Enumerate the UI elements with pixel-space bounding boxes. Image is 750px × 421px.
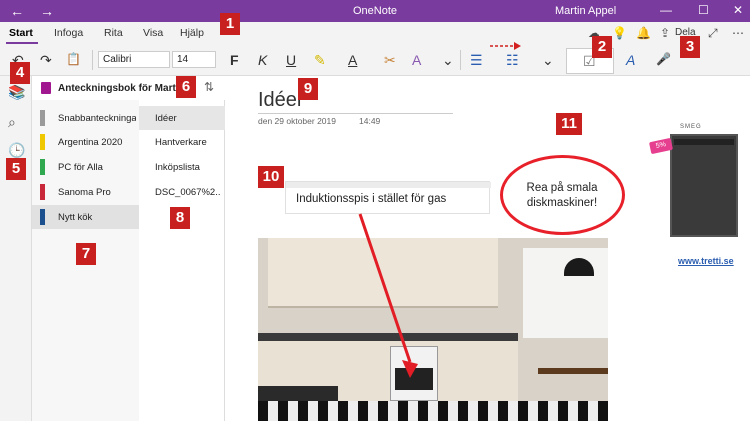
callout-badge: 10 <box>258 166 284 188</box>
format-painter-icon[interactable]: ✂ <box>384 52 396 69</box>
pages-list: Idéer Hantverkare Inköpslista DSC_0067%2… <box>139 100 225 421</box>
page-label: Inköpslista <box>155 162 200 173</box>
dishwasher-panel <box>674 139 734 145</box>
page-time: 14:49 <box>359 116 381 126</box>
lightbulb-icon[interactable]: 💡 <box>612 26 627 40</box>
dishwasher-image <box>670 134 738 237</box>
search-icon[interactable]: ⌕ <box>8 114 16 131</box>
bullets-icon[interactable]: ☰ <box>470 52 483 69</box>
notebook-name[interactable]: Anteckningsbok för Martin <box>58 83 185 94</box>
minimize-icon[interactable]: — <box>660 3 672 17</box>
page-item[interactable]: Hantverkare <box>139 130 225 154</box>
toolbar-divider <box>460 50 461 70</box>
more-options-icon[interactable]: ⋯ <box>732 26 744 40</box>
page-date: den 29 oktober 2019 <box>258 116 336 126</box>
bell-icon[interactable]: 🔔 <box>636 26 651 40</box>
redo-icon[interactable]: ↷ <box>40 52 52 69</box>
clipboard-icon[interactable]: 📋 <box>66 52 81 66</box>
callout-badge: 11 <box>556 113 582 135</box>
toolbar-divider <box>92 50 93 70</box>
highlight-icon[interactable]: ✎ <box>314 52 326 69</box>
tab-hjalp[interactable]: Hjälp <box>180 27 204 39</box>
title-underline <box>258 113 453 114</box>
countertop <box>258 333 518 341</box>
tab-visa[interactable]: Visa <box>143 27 163 39</box>
clear-format-icon[interactable]: A <box>412 52 421 68</box>
section-item[interactable]: Argentina 2020 <box>32 130 139 154</box>
notebook-header[interactable]: Anteckningsbok för Martin ⇅ <box>32 76 225 100</box>
app-title: OneNote <box>352 5 398 17</box>
section-color-tab <box>40 134 45 150</box>
callout-badge: 3 <box>680 36 700 58</box>
section-label: PC för Alla <box>58 162 103 173</box>
chevron-down-icon[interactable]: ⌄ <box>542 52 554 69</box>
font-color-button[interactable]: A <box>348 52 357 68</box>
callout-badge: 7 <box>76 243 96 265</box>
bubble-text[interactable]: Rea på smala diskmaskiner! <box>512 181 612 211</box>
italic-button[interactable]: K <box>258 52 267 68</box>
page-title[interactable]: Idéer <box>258 89 304 112</box>
page-item[interactable]: Inköpslista <box>139 155 225 179</box>
note-container[interactable]: Induktionsspis i stället för gas <box>285 181 491 214</box>
font-size-field[interactable]: 14 <box>172 51 216 68</box>
microphone-icon[interactable]: 🎤 <box>656 52 671 66</box>
section-label: Argentina 2020 <box>58 137 123 148</box>
sort-icon[interactable]: ⇅ <box>204 80 214 94</box>
page-item-selected[interactable]: Idéer <box>139 106 225 130</box>
section-item[interactable]: Sanoma Pro <box>32 180 139 204</box>
styles-icon[interactable]: A <box>626 52 635 68</box>
numbering-icon[interactable]: ☷ <box>506 52 519 69</box>
font-name-field[interactable]: Calibri <box>98 51 170 68</box>
section-label: Sanoma Pro <box>58 187 111 198</box>
bubble-text-line: Rea på smala <box>526 182 598 194</box>
window <box>523 248 608 338</box>
section-color-tab <box>40 209 45 225</box>
fullscreen-icon[interactable]: ⤢ <box>708 26 718 41</box>
ad-brand-text: SMEG <box>680 124 702 130</box>
section-item[interactable]: Snabbanteckningar <box>32 106 139 130</box>
upper-cabinets <box>268 238 498 308</box>
page-label: Idéer <box>155 113 177 124</box>
underline-button[interactable]: U <box>286 52 296 68</box>
user-name[interactable]: Martin Appel <box>555 5 616 17</box>
maximize-icon[interactable]: ☐ <box>698 3 709 17</box>
page-label: DSC_0067%2... <box>155 187 221 198</box>
section-color-tab <box>40 184 45 200</box>
title-bar: ← → OneNote Martin Appel — ☐ ✕ <box>0 0 750 22</box>
section-label: Nytt kök <box>58 212 93 223</box>
chevron-down-icon[interactable]: ⌄ <box>442 52 454 69</box>
callout-badge: 1 <box>220 13 240 35</box>
left-rail: 📚 ⌕ 🕒 <box>0 76 32 421</box>
tab-rita[interactable]: Rita <box>104 27 123 39</box>
tab-start[interactable]: Start <box>9 27 33 39</box>
kitchen-photo[interactable] <box>258 238 608 421</box>
dining-table <box>538 368 608 374</box>
notebook-icon <box>41 82 51 94</box>
share-icon[interactable]: ⇪ <box>660 26 670 40</box>
close-icon[interactable]: ✕ <box>733 3 743 17</box>
section-color-tab <box>40 159 45 175</box>
page-label: Hantverkare <box>155 137 207 148</box>
section-color-tab <box>40 110 45 126</box>
callout-badge: 5 <box>6 158 26 180</box>
note-drag-handle[interactable] <box>286 182 491 188</box>
recent-icon[interactable]: 🕒 <box>8 142 25 159</box>
oven-door <box>395 368 433 390</box>
note-text[interactable]: Induktionsspis i stället för gas <box>296 193 446 205</box>
tab-infoga[interactable]: Infoga <box>54 27 83 39</box>
page-item[interactable]: DSC_0067%2... <box>139 180 225 204</box>
section-item[interactable]: PC för Alla <box>32 155 139 179</box>
section-item-selected[interactable]: Nytt kök <box>32 205 139 229</box>
callout-badge: 9 <box>298 78 318 100</box>
bubble-text-line: diskmaskiner! <box>526 197 598 209</box>
bold-button[interactable]: F <box>230 52 239 68</box>
callout-badge: 4 <box>10 62 30 84</box>
section-label: Snabbanteckningar <box>58 113 136 124</box>
callout-badge: 8 <box>170 207 190 229</box>
ad-link[interactable]: www.tretti.se <box>678 256 734 266</box>
checkered-floor <box>258 401 608 421</box>
callout-badge: 2 <box>592 36 612 58</box>
callout-badge: 6 <box>176 76 196 98</box>
notebooks-icon[interactable]: 📚 <box>8 84 25 101</box>
